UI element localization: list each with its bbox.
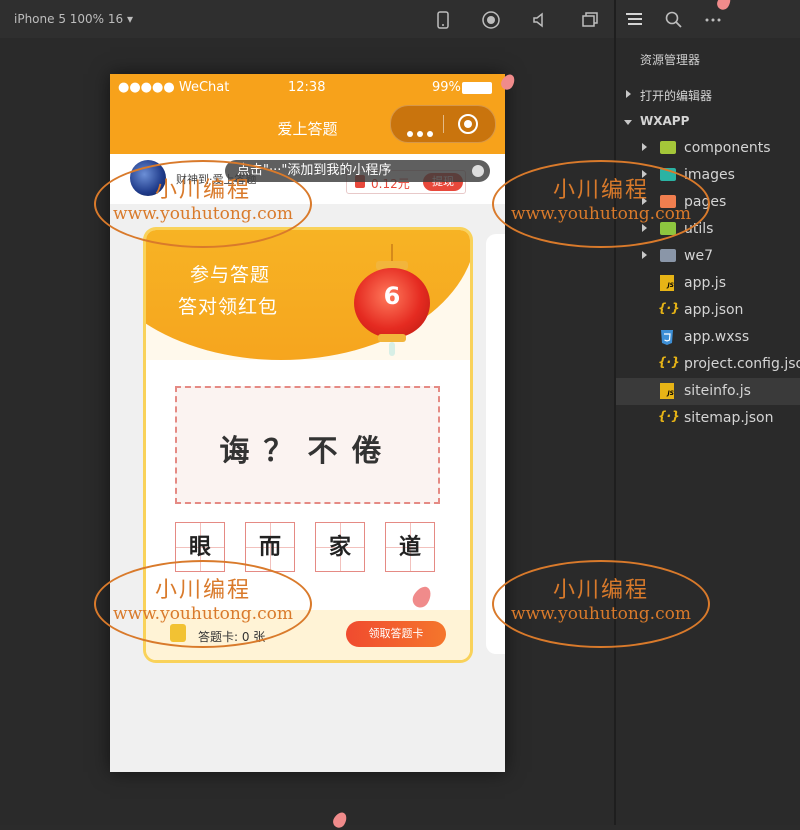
lantern-string: [391, 244, 393, 262]
watermark: 小川编程 www.youhutong.com: [94, 560, 312, 648]
close-target-icon[interactable]: [458, 114, 478, 134]
capsule-menu: [390, 105, 496, 143]
tree-item-app-json[interactable]: {·} app.json: [616, 297, 800, 324]
nav-bar: 爱上答题: [110, 100, 505, 154]
search-icon[interactable]: [664, 10, 684, 30]
choice-option-4[interactable]: 道: [385, 522, 435, 572]
json-file-icon: {·}: [658, 301, 680, 315]
tree-item-app-wxss[interactable]: app.wxss: [616, 324, 800, 351]
folder-icon: [660, 249, 676, 262]
close-icon[interactable]: [472, 165, 484, 177]
css-file-icon: [661, 330, 673, 345]
watermark: 小川编程 www.youhutong.com: [94, 160, 312, 248]
folder-icon: [660, 141, 676, 154]
status-bar: ●●●●● WeChat 12:38 99%: [110, 74, 505, 100]
json-file-icon: {·}: [658, 355, 680, 369]
explorer-title: 资源管理器: [640, 53, 701, 67]
top-toolbar: iPhone 5 100% 16 ▾: [0, 0, 800, 38]
resource-explorer: 资源管理器 打开的编辑器 WXAPP components images pag…: [616, 38, 800, 825]
more-dots-icon[interactable]: [407, 122, 437, 137]
capsule-separator: [443, 115, 444, 133]
tree-item-we7[interactable]: we7: [616, 243, 800, 270]
tree-item-app-js[interactable]: JS app.js: [616, 270, 800, 297]
lantern-tassel: [389, 342, 395, 356]
tree-item-components[interactable]: components: [616, 135, 800, 162]
idiom-puzzle: 诲？不倦: [175, 386, 440, 504]
tree-item-project-config[interactable]: {·} project.config.json: [616, 351, 800, 378]
chevron-right-icon: [626, 90, 631, 98]
battery-icon: [462, 82, 492, 94]
device-selector[interactable]: iPhone 5 100% 16 ▾: [14, 12, 133, 26]
carrier-label: ●●●●● WeChat: [118, 80, 230, 95]
chevron-right-icon: [642, 251, 647, 259]
countdown-number: 6: [383, 282, 401, 310]
js-file-icon: JS: [660, 275, 674, 291]
header-line-2: 答对领红包: [178, 296, 279, 318]
idiom-text: 诲？不倦: [219, 434, 396, 469]
open-editors-section[interactable]: 打开的编辑器: [616, 82, 800, 109]
status-time: 12:38: [288, 80, 326, 95]
chevron-right-icon: [642, 143, 647, 151]
window-icon[interactable]: [580, 10, 600, 30]
json-file-icon: {·}: [658, 409, 680, 423]
project-section[interactable]: WXAPP: [616, 109, 800, 136]
choice-option-3[interactable]: 家: [315, 522, 365, 572]
header-line-1: 参与答题: [190, 264, 271, 286]
lantern-base: [378, 334, 406, 342]
petal-decoration: [409, 583, 435, 611]
list-icon[interactable]: [625, 10, 645, 30]
speaker-icon[interactable]: [530, 10, 550, 30]
tree-item-siteinfo-js[interactable]: JS siteinfo.js: [616, 378, 800, 405]
record-icon[interactable]: [481, 10, 501, 30]
watermark: 小川编程 www.youhutong.com: [492, 160, 710, 248]
battery-percent: 99%: [432, 80, 461, 95]
more-icon[interactable]: [703, 10, 723, 30]
tree-item-sitemap-json[interactable]: {·} sitemap.json: [616, 405, 800, 432]
phone-icon[interactable]: [433, 10, 453, 30]
js-file-icon: JS: [660, 383, 674, 399]
watermark: 小川编程 www.youhutong.com: [492, 560, 710, 648]
get-ticket-button[interactable]: 领取答题卡: [346, 621, 446, 647]
chevron-down-icon: [624, 120, 632, 125]
